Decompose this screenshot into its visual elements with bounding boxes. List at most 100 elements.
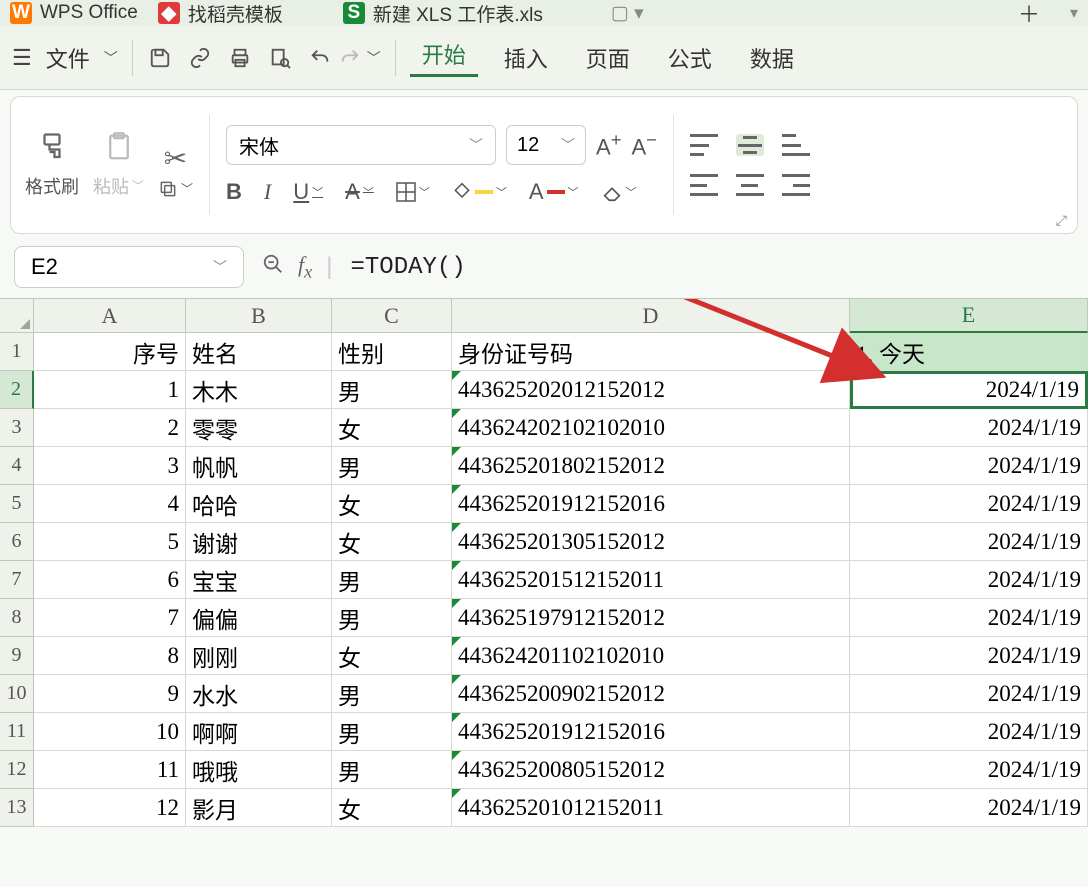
cell[interactable]: 序号 [34,333,186,371]
align-middle-button[interactable] [736,134,764,156]
chevron-down-icon[interactable]: ﹀ [104,48,118,68]
cell[interactable]: 女 [332,409,452,447]
cell[interactable]: 男 [332,713,452,751]
fill-color-button[interactable]: ﹀ [452,182,507,202]
cell[interactable]: 男 [332,371,452,409]
strikethrough-button[interactable]: A ﹀ [345,179,374,205]
cell[interactable]: 男 [332,599,452,637]
bold-button[interactable]: B [226,179,242,205]
cell[interactable]: 女 [332,523,452,561]
cell[interactable]: 12 [34,789,186,827]
borders-button[interactable]: ﹀ [396,182,430,202]
link-icon[interactable] [187,45,213,71]
cell[interactable]: 男 [332,447,452,485]
cell[interactable]: 帆帆 [186,447,332,485]
ribbon-tab-formula[interactable]: 公式 [656,42,724,74]
cell[interactable]: 木木 [186,371,332,409]
cell[interactable]: 姓名 [186,333,332,371]
cell[interactable]: 2024/1/19 [850,485,1088,523]
undo-icon[interactable] [307,45,333,71]
fx-icon[interactable]: fx [298,252,312,282]
font-size-select[interactable]: 12﹀ [506,125,586,165]
cell[interactable]: 水水 [186,675,332,713]
cell[interactable]: 2024/1/19 [850,789,1088,827]
cell[interactable]: 影月 [186,789,332,827]
decrease-font-icon[interactable]: A− [631,129,656,160]
row-header-13[interactable]: 13 [0,789,34,827]
tab-current-sheet[interactable]: S 新建 XLS 工作表.xls ▢ ▾ [343,0,644,27]
cell[interactable]: 443624202102102010 [452,409,850,447]
row-header-10[interactable]: 10 [0,675,34,713]
ribbon-tab-home[interactable]: 开始 [410,38,478,77]
cell[interactable]: 2024/1/19 [850,523,1088,561]
cell[interactable]: 啊啊 [186,713,332,751]
cell[interactable]: 443625201912152016 [452,713,850,751]
align-right-button[interactable] [782,174,810,196]
row-header-5[interactable]: 5 [0,485,34,523]
cell[interactable]: 女 [332,789,452,827]
tab-wps-home[interactable]: W WPS Office [10,2,138,24]
col-header-A[interactable]: A [34,299,186,333]
cell[interactable]: 11 [34,751,186,789]
row-header-12[interactable]: 12 [0,751,34,789]
hamburger-icon[interactable]: ☰ [12,45,32,71]
align-bottom-button[interactable] [782,134,810,156]
cell[interactable]: 2024/1/19 [850,713,1088,751]
row-header-9[interactable]: 9 [0,637,34,675]
align-center-button[interactable] [736,174,764,196]
underline-button[interactable]: U ﹀ [293,179,323,205]
cell[interactable]: 7 [34,599,186,637]
increase-font-icon[interactable]: A+ [596,129,621,160]
cell[interactable]: 443625202012152012 [452,371,850,409]
cell[interactable]: 3 [34,447,186,485]
cell[interactable]: 男 [332,675,452,713]
cell[interactable]: 2024/1/19 [850,675,1088,713]
cell[interactable]: 443625201912152016 [452,485,850,523]
cell[interactable]: 2024/1/19 [850,371,1088,409]
cell[interactable]: 谢谢 [186,523,332,561]
ribbon-tab-page[interactable]: 页面 [574,42,642,74]
cut-icon[interactable]: ✂ [164,142,187,175]
cell[interactable]: 443625201512152011 [452,561,850,599]
align-left-button[interactable] [690,174,718,196]
row-header-4[interactable]: 4 [0,447,34,485]
preview-icon[interactable] [267,45,293,71]
tab-overflow-button[interactable]: ▾ [1070,3,1078,23]
cell[interactable]: 443625201802152012 [452,447,850,485]
cell[interactable]: 1 [34,371,186,409]
cell[interactable]: 哈哈 [186,485,332,523]
window-controls-icon[interactable]: ▢ ▾ [611,2,644,25]
cell[interactable]: 2024/1/19 [850,637,1088,675]
row-header-6[interactable]: 6 [0,523,34,561]
spreadsheet-grid[interactable]: A B C D E 1 序号 姓名 性别 身份证号码 1. 今天2 1 木木 男… [0,298,1088,827]
font-color-button[interactable]: A﹀ [529,179,579,205]
cell[interactable]: 443625201012152011 [452,789,850,827]
ribbon-tab-insert[interactable]: 插入 [492,42,560,74]
save-icon[interactable] [147,45,173,71]
format-painter-icon[interactable] [37,132,67,169]
cell[interactable]: 5 [34,523,186,561]
col-header-E[interactable]: E [850,299,1088,333]
cell[interactable]: 2024/1/19 [850,409,1088,447]
cell[interactable]: 443625201305152012 [452,523,850,561]
cell[interactable]: 刚刚 [186,637,332,675]
row-header-7[interactable]: 7 [0,561,34,599]
formula-input[interactable]: =TODAY() [351,254,466,281]
redo-icon[interactable] [337,45,363,71]
eraser-button[interactable]: ﹀ [601,182,637,202]
tab-templates[interactable]: ◆ 找稻壳模板 [158,0,283,27]
cell[interactable]: 身份证号码 [452,333,850,371]
row-header-3[interactable]: 3 [0,409,34,447]
col-header-D[interactable]: D [452,299,850,333]
cell[interactable]: 8 [34,637,186,675]
row-header-2[interactable]: 2 [0,371,34,409]
cell[interactable]: 女 [332,485,452,523]
cell[interactable]: 443625200805152012 [452,751,850,789]
col-header-C[interactable]: C [332,299,452,333]
format-painter-label[interactable]: 格式刷 [25,173,79,199]
cell[interactable]: 2 [34,409,186,447]
cell[interactable]: 4 [34,485,186,523]
cell[interactable]: 哦哦 [186,751,332,789]
ribbon-tab-data[interactable]: 数据 [738,42,806,74]
chevron-down-icon[interactable]: ﹀ [213,257,227,277]
